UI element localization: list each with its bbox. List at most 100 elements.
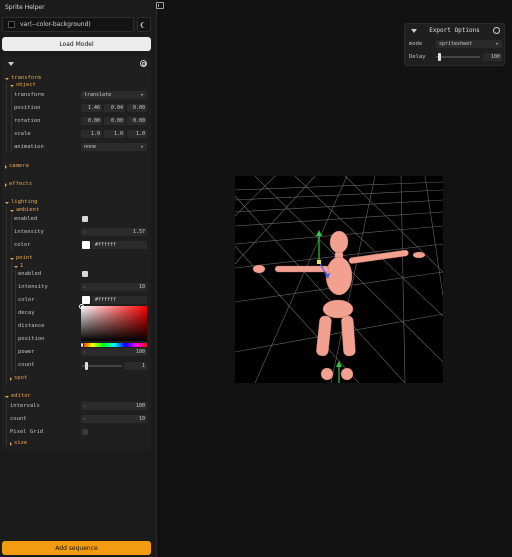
point-power-label: power: [18, 349, 35, 355]
folder-effects[interactable]: effects: [5, 181, 33, 188]
rotation-z-input[interactable]: 0.00: [127, 117, 147, 125]
slider-knob[interactable]: [438, 53, 441, 61]
scale-x-input[interactable]: 1.0: [81, 130, 102, 138]
folder-label: point: [16, 255, 33, 261]
folder-size[interactable]: size: [10, 440, 27, 447]
pixel-grid-checkbox[interactable]: [82, 429, 88, 435]
scene-canvas[interactable]: [235, 176, 443, 383]
intervals-label: intervals: [10, 403, 40, 409]
scale-label: scale: [14, 131, 31, 137]
folder-label: spot: [14, 375, 28, 381]
app-title: Sprite Helper: [5, 4, 45, 11]
sidebar: Sprite Helper var(--color-background) Lo…: [0, 0, 157, 557]
point-enabled-checkbox[interactable]: [82, 271, 88, 277]
chevron-down-icon[interactable]: [8, 62, 14, 66]
gear-icon[interactable]: [493, 27, 500, 34]
point-intensity-input[interactable]: 10: [81, 283, 147, 291]
background-color-input[interactable]: var(--color-background): [2, 17, 134, 32]
folder-spot[interactable]: spot: [10, 375, 28, 382]
tree-guide: [6, 206, 7, 384]
folder-point[interactable]: point: [10, 255, 33, 262]
folder-label: ambient: [16, 207, 40, 213]
chevron-right-icon: [10, 376, 12, 381]
ambient-enabled-checkbox[interactable]: [82, 216, 88, 222]
point-count-label: count: [18, 362, 35, 368]
rotation-y-input[interactable]: 0.00: [104, 117, 125, 125]
folder-label: editor: [11, 393, 31, 399]
folder-lighting[interactable]: lighting: [5, 199, 38, 206]
gear-icon[interactable]: [140, 60, 147, 67]
position-z-input[interactable]: 0.00: [127, 104, 147, 112]
export-header[interactable]: Export Options: [405, 24, 504, 36]
point-color-input[interactable]: #ffffff: [82, 296, 147, 304]
color-swatch[interactable]: [82, 241, 90, 249]
folder-transform[interactable]: transform: [5, 75, 41, 82]
editor-count-input[interactable]: 10: [81, 415, 147, 423]
chevron-down-icon: [10, 84, 14, 87]
slider-track: [82, 365, 122, 367]
drag-handle[interactable]: [81, 415, 87, 423]
folder-ambient[interactable]: ambient: [10, 207, 40, 214]
tree-guide: [11, 214, 12, 252]
point-count-input[interactable]: 1: [124, 362, 147, 370]
tree-guide: [11, 262, 12, 372]
point-distance-label: distance: [18, 323, 45, 329]
folder-label: effects: [9, 181, 33, 187]
point-enabled-label: enabled: [18, 271, 42, 277]
point-power-input[interactable]: 100: [81, 348, 147, 356]
ambient-intensity-input[interactable]: 1.57: [81, 228, 147, 236]
background-color-value: var(--color-background): [20, 21, 91, 28]
ambient-color-input[interactable]: #ffffff: [82, 241, 147, 249]
load-model-button[interactable]: Load Model: [2, 37, 151, 51]
folder-camera[interactable]: camera: [5, 163, 29, 170]
folder-object[interactable]: object: [10, 82, 36, 89]
delay-slider[interactable]: [436, 53, 480, 61]
add-sequence-button[interactable]: Add sequence: [2, 541, 151, 555]
position-y-input[interactable]: 0.04: [104, 104, 125, 112]
drag-handle[interactable]: [81, 283, 87, 291]
drag-handle[interactable]: [81, 228, 87, 236]
mode-label: mode: [409, 41, 423, 47]
saturation-value-area[interactable]: [81, 306, 147, 341]
slider-knob[interactable]: [85, 362, 88, 370]
point-count-slider[interactable]: [82, 362, 122, 370]
drag-handle[interactable]: [81, 348, 87, 356]
slider-track: [436, 56, 480, 58]
hue-slider[interactable]: [81, 343, 147, 347]
scale-z-input[interactable]: 1.0: [127, 130, 147, 138]
color-swatch[interactable]: [8, 21, 15, 28]
folder-label: object: [16, 82, 36, 88]
rotation-x-input[interactable]: 0.00: [81, 117, 102, 125]
position-x-input[interactable]: 1.46: [81, 104, 102, 112]
character-model[interactable]: [252, 230, 426, 381]
theme-toggle-button[interactable]: [137, 17, 151, 32]
drag-tick: [84, 286, 85, 288]
scale-y-input[interactable]: 1.0: [104, 130, 125, 138]
render-viewport[interactable]: [235, 176, 443, 383]
folder-label: 1: [20, 263, 24, 269]
transform-mode-select[interactable]: translate: [81, 91, 147, 99]
export-options-panel: Export Options mode spritesheet Delay 10…: [404, 23, 505, 66]
drag-tick: [84, 231, 85, 233]
point-decay-label: decay: [18, 310, 35, 316]
sidebar-toggle-icon[interactable]: [156, 2, 164, 9]
drag-handle[interactable]: [81, 402, 87, 410]
picker-knob[interactable]: [79, 304, 84, 309]
folder-point-1[interactable]: 1: [14, 263, 24, 270]
tree-guide: [15, 270, 16, 372]
delay-input[interactable]: 100: [483, 53, 502, 61]
mode-select[interactable]: spritesheet: [436, 40, 502, 48]
animation-select[interactable]: none: [81, 143, 147, 151]
color-swatch[interactable]: [82, 296, 90, 304]
color-hex[interactable]: #ffffff: [92, 296, 147, 304]
color-hex[interactable]: #ffffff: [92, 241, 147, 249]
drag-tick: [84, 351, 85, 353]
moon-icon: [142, 22, 148, 28]
color-picker-popup[interactable]: [79, 304, 147, 349]
folder-editor[interactable]: editor: [5, 393, 31, 400]
drag-tick: [84, 405, 85, 407]
chevron-down-icon: [5, 395, 9, 398]
chevron-right-icon: [10, 441, 12, 446]
intervals-input[interactable]: 100: [81, 402, 147, 410]
ambient-intensity-label: intensity: [14, 229, 44, 235]
